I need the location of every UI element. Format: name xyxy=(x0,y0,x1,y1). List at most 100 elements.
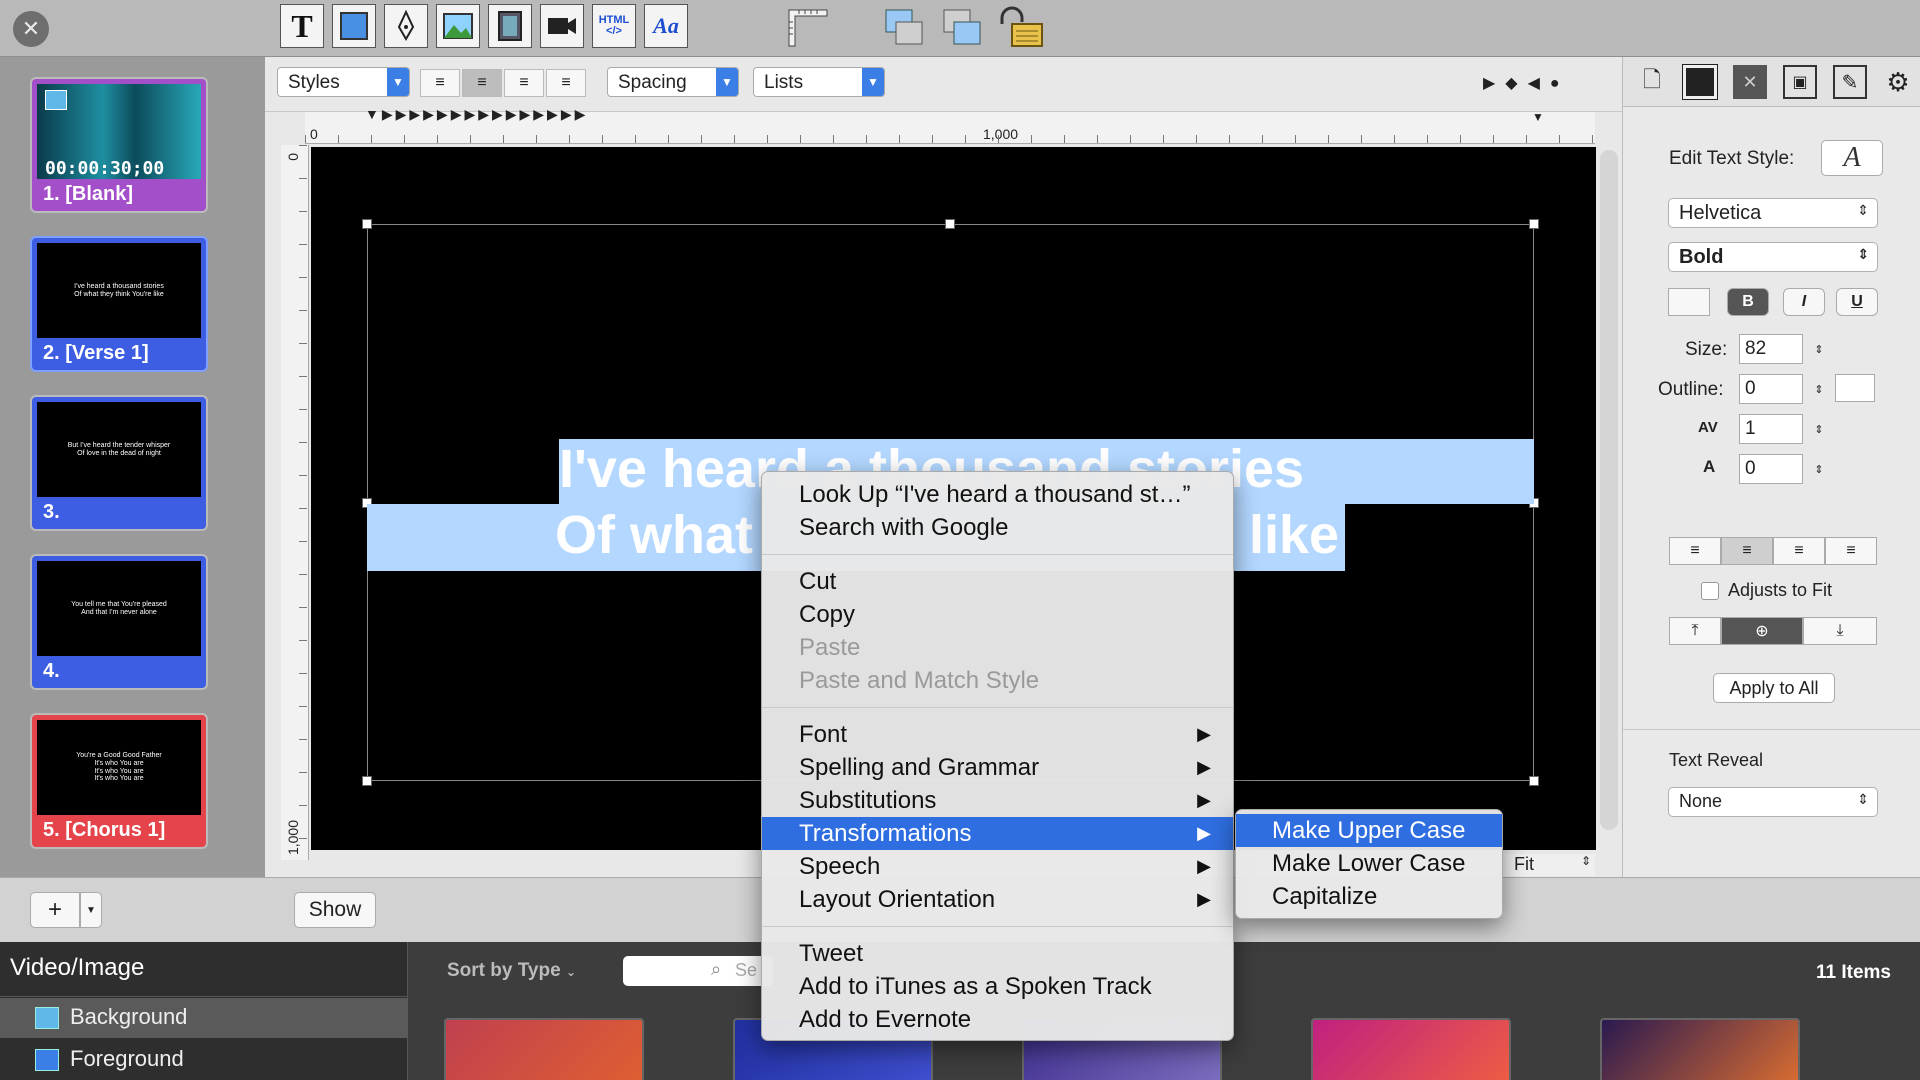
menu-item-evernote[interactable]: Add to Evernote xyxy=(762,1003,1233,1036)
horizontal-ruler[interactable]: ▼▶▶▶▶▶▶▶▶▶▶▶▶▶▶▶ 0 1,000 ▼ xyxy=(305,106,1595,144)
gear-icon[interactable]: ⚙ xyxy=(1881,65,1915,99)
slide-label: 4. xyxy=(43,660,60,682)
slide-thumb-3[interactable]: But I've heard the tender whisper Of lov… xyxy=(30,395,208,531)
font-family-select[interactable]: Helvetica ⇕ xyxy=(1668,198,1878,228)
align-left-button[interactable]: ≡ xyxy=(420,69,460,97)
menu-item-font[interactable]: Font ▶ xyxy=(762,718,1233,751)
show-button[interactable]: Show xyxy=(294,892,376,928)
styles-select[interactable]: Styles ▼ xyxy=(277,67,410,97)
category-foreground[interactable]: Foreground xyxy=(0,1040,408,1080)
menu-item-speech[interactable]: Speech ▶ xyxy=(762,850,1233,883)
lock-icon[interactable] xyxy=(996,6,1046,50)
kerning-field[interactable]: 1 xyxy=(1739,414,1803,444)
fill-tab-icon[interactable]: ✕ xyxy=(1733,65,1767,99)
close-icon[interactable]: ✕ xyxy=(13,11,49,47)
text-reveal-select[interactable]: None ⇕ xyxy=(1668,787,1878,817)
text-style-button[interactable]: A xyxy=(1821,140,1883,176)
shape-tool-icon[interactable] xyxy=(332,4,376,48)
submenu-arrow-icon: ▶ xyxy=(1197,790,1211,810)
slide-thumb-1[interactable]: 00:00:30;00 1. [Blank] xyxy=(30,77,208,213)
image-tool-icon[interactable] xyxy=(436,4,480,48)
media-thumb-5[interactable] xyxy=(1600,1018,1800,1080)
resize-handle[interactable] xyxy=(1529,776,1539,786)
menu-item-spelling[interactable]: Spelling and Grammar ▶ xyxy=(762,751,1233,784)
scrollbar[interactable] xyxy=(1600,150,1618,830)
send-backward-icon[interactable] xyxy=(938,6,984,50)
align-right-button[interactable]: ≡ xyxy=(504,69,544,97)
outline-color-swatch[interactable] xyxy=(1835,374,1875,402)
font-weight-select[interactable]: Bold ⇕ xyxy=(1668,242,1878,272)
tab-stop-icons[interactable]: ▶◆◀● xyxy=(1483,73,1570,93)
bold-button[interactable]: B xyxy=(1727,288,1769,316)
align-center-button[interactable]: ≡ xyxy=(462,69,502,97)
camera-tool-icon[interactable] xyxy=(540,4,584,48)
kerning-stepper[interactable]: ⇕ xyxy=(1811,414,1827,444)
menu-item-make-upper-case[interactable]: Make Upper Case xyxy=(1236,814,1502,847)
sort-select[interactable]: Sort by Type ⌄ xyxy=(447,960,576,982)
tab-markers[interactable]: ▼▶▶▶▶▶▶▶▶▶▶▶▶▶▶▶ xyxy=(365,106,588,123)
media-search-field[interactable]: ⌕ Se xyxy=(623,956,773,986)
ruler-toggle-icon[interactable] xyxy=(785,6,831,50)
menu-item-make-lower-case[interactable]: Make Lower Case xyxy=(1236,847,1502,880)
align-justify-button[interactable]: ≡ xyxy=(546,69,586,97)
resize-handle[interactable] xyxy=(362,776,372,786)
zoom-fit-select[interactable]: Fit ⇕ xyxy=(1500,854,1595,876)
media-thumb-1[interactable] xyxy=(444,1018,644,1080)
spacing-select[interactable]: Spacing ▼ xyxy=(607,67,739,97)
menu-item-capitalize[interactable]: Capitalize xyxy=(1236,880,1502,913)
size-stepper[interactable]: ⇕ xyxy=(1811,334,1827,364)
slide-thumb-2[interactable]: I've heard a thousand stories Of what th… xyxy=(30,236,208,372)
valign-bottom-button[interactable]: ⤓ xyxy=(1803,617,1877,645)
pen-tool-icon[interactable] xyxy=(384,4,428,48)
leading-stepper[interactable]: ⇕ xyxy=(1811,454,1827,484)
text-tab-icon[interactable] xyxy=(1682,64,1718,100)
add-slide-button[interactable]: + xyxy=(30,892,80,928)
align-justify-button[interactable]: ≡ xyxy=(1825,537,1877,565)
menu-item-substitutions[interactable]: Substitutions ▶ xyxy=(762,784,1233,817)
outline-stepper[interactable]: ⇕ xyxy=(1811,374,1827,404)
menu-item-layout-orientation[interactable]: Layout Orientation ▶ xyxy=(762,883,1233,916)
chevron-down-icon[interactable]: ▼ xyxy=(80,892,102,928)
apply-to-all-button[interactable]: Apply to All xyxy=(1713,673,1835,703)
menu-item-copy[interactable]: Copy xyxy=(762,598,1233,631)
media-thumb-4[interactable] xyxy=(1311,1018,1511,1080)
size-field[interactable]: 82 xyxy=(1739,334,1803,364)
align-center-button[interactable]: ≡ xyxy=(1721,537,1773,565)
menu-item-look-up[interactable]: Look Up “I've heard a thousand st…” xyxy=(762,478,1233,511)
menu-item-transformations[interactable]: Transformations ▶ xyxy=(762,817,1233,850)
slide-thumb-5[interactable]: You're a Good Good Father It's who You a… xyxy=(30,713,208,849)
html-tool-icon[interactable]: HTML </> xyxy=(592,4,636,48)
vertical-ruler[interactable]: 0 1,000 xyxy=(281,145,309,860)
ruler-ticks xyxy=(299,145,307,860)
outline-field[interactable]: 0 xyxy=(1739,374,1803,404)
textstyle-tool-icon[interactable]: Aa xyxy=(644,4,688,48)
valign-middle-button[interactable]: ⊕ xyxy=(1721,617,1803,645)
right-indent-marker[interactable]: ▼ xyxy=(1532,110,1544,124)
menu-item-itunes-spoken[interactable]: Add to iTunes as a Spoken Track xyxy=(762,970,1233,1003)
effects-tab-icon[interactable]: ✎ xyxy=(1833,65,1867,99)
resize-handle[interactable] xyxy=(362,219,372,229)
category-background[interactable]: Background xyxy=(0,998,408,1038)
menu-item-search-google[interactable]: Search with Google xyxy=(762,511,1233,544)
menu-item-cut[interactable]: Cut xyxy=(762,565,1233,598)
valign-top-button[interactable]: ⤒ xyxy=(1669,617,1721,645)
shadow-tab-icon[interactable]: ▣ xyxy=(1783,65,1817,99)
italic-button[interactable]: I xyxy=(1783,288,1825,316)
text-tool-icon[interactable]: T xyxy=(280,4,324,48)
align-left-button[interactable]: ≡ xyxy=(1669,537,1721,565)
lyric-line-2-end[interactable]: like xyxy=(1249,504,1339,566)
align-right-button[interactable]: ≡ xyxy=(1773,537,1825,565)
lists-select[interactable]: Lists ▼ xyxy=(753,67,885,97)
resize-handle[interactable] xyxy=(1529,219,1539,229)
text-color-swatch[interactable] xyxy=(1668,288,1710,316)
video-tool-icon[interactable] xyxy=(488,4,532,48)
slide-thumb-4[interactable]: You tell me that You're pleased And that… xyxy=(30,554,208,690)
adjusts-to-fit-checkbox[interactable] xyxy=(1701,582,1719,600)
resize-handle[interactable] xyxy=(945,219,955,229)
lyric-line-2[interactable]: Of what xyxy=(555,504,753,566)
menu-item-tweet[interactable]: Tweet xyxy=(762,937,1233,970)
document-tab-icon[interactable]: 🗋 xyxy=(1635,65,1669,99)
underline-button[interactable]: U xyxy=(1836,288,1878,316)
leading-field[interactable]: 0 xyxy=(1739,454,1803,484)
bring-forward-icon[interactable] xyxy=(880,6,926,50)
